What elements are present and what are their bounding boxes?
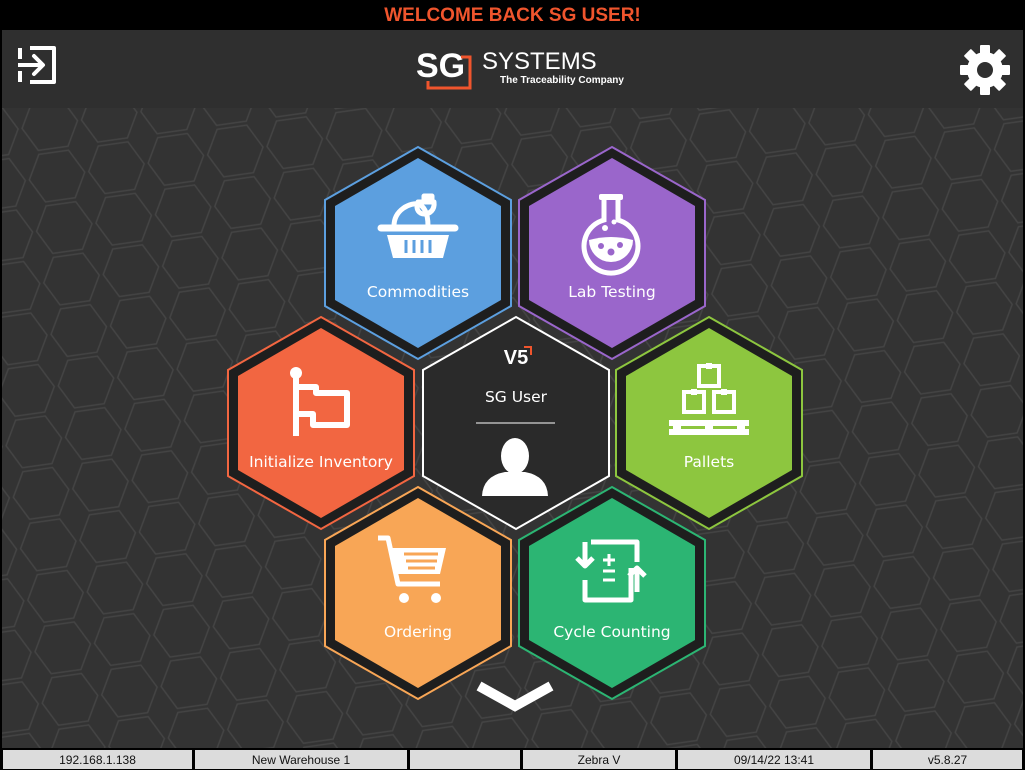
logo-sg-text: SG <box>416 47 465 85</box>
status-bar: 192.168.1.138 New Warehouse 1 Zebra V 09… <box>0 748 1025 769</box>
status-ip-address: 192.168.1.138 <box>3 750 192 769</box>
logout-icon <box>18 46 56 84</box>
header-bar: SG SYSTEMS The Traceability Company <box>2 30 1023 108</box>
ordering-label: Ordering <box>384 623 452 641</box>
main-menu-area: Commodities Lab Testing Initialize Inven… <box>2 108 1023 748</box>
pallets-label: Pallets <box>684 453 734 471</box>
logout-button[interactable] <box>14 42 60 88</box>
settings-button[interactable] <box>957 42 1013 98</box>
status-printer: Zebra V <box>523 750 675 769</box>
status-datetime: 09/14/22 13:41 <box>678 750 870 769</box>
company-logo: SG SYSTEMS The Traceability Company <box>416 47 624 90</box>
commodities-label: Commodities <box>367 283 469 301</box>
user-name: SG User <box>485 388 548 406</box>
logo-systems-text: SYSTEMS <box>482 48 597 75</box>
gear-icon <box>960 45 1010 95</box>
lab-testing-label: Lab Testing <box>568 283 655 301</box>
status-location: New Warehouse 1 <box>195 750 407 769</box>
cycle-counting-label: Cycle Counting <box>553 623 670 641</box>
welcome-banner: WELCOME BACK SG USER! <box>0 0 1025 30</box>
initialize-inventory-label: Initialize Inventory <box>249 453 393 471</box>
version-mark: V5 <box>504 347 528 369</box>
status-version: v5.8.27 <box>873 750 1022 769</box>
logo-tagline-text: The Traceability Company <box>500 75 624 86</box>
status-blank <box>410 750 520 769</box>
